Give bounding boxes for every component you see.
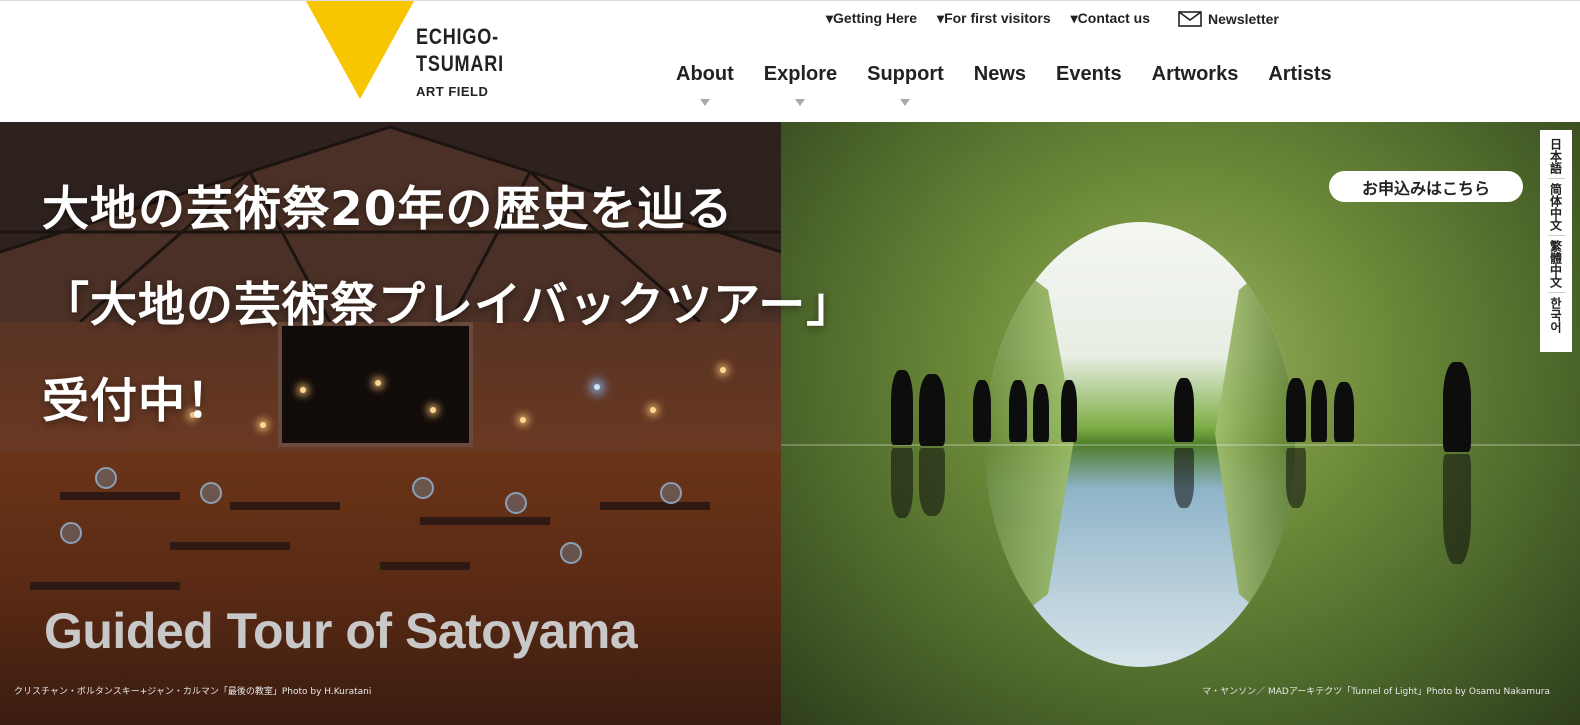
chevron-down-icon (795, 99, 806, 106)
bench-graphic (230, 502, 340, 510)
nav-artworks[interactable]: Artworks (1152, 63, 1239, 86)
utility-nav: ▾Getting Here ▾For first visitors ▾Conta… (826, 10, 1279, 27)
bench-graphic (600, 502, 710, 510)
person-silhouette (1286, 378, 1306, 442)
nav-about-label: About (676, 63, 734, 85)
first-visitors-label: ▾For first visitors (937, 10, 1051, 26)
contact-us-link[interactable]: ▾Contact us (1071, 10, 1150, 27)
cliff-graphic (985, 242, 1075, 642)
logo-line-3: ART FIELD (416, 84, 489, 99)
fan-icon (60, 522, 82, 544)
contact-us-label: ▾Contact us (1070, 10, 1151, 26)
person-silhouette (919, 374, 945, 446)
person-silhouette (1443, 362, 1471, 452)
language-switcher: 日本語 简体中文 繁體中文 한국어 (1540, 130, 1572, 352)
chevron-down-icon (699, 99, 710, 106)
person-silhouette (1009, 380, 1027, 442)
bench-graphic (60, 492, 180, 500)
fan-icon (505, 492, 527, 514)
first-visitors-link[interactable]: ▾For first visitors (937, 10, 1051, 27)
person-reflection (891, 448, 913, 518)
nav-artists-label: Artists (1268, 63, 1332, 85)
photo-caption-right: マ・ヤンソン／ MADアーキテクツ「Tunnel of Light」Photo … (1202, 687, 1550, 697)
person-silhouette (891, 370, 913, 445)
nav-events[interactable]: Events (1056, 63, 1122, 86)
nav-artists[interactable]: Artists (1268, 63, 1331, 86)
person-silhouette (973, 380, 991, 442)
chevron-down-icon (900, 99, 911, 106)
person-reflection (1286, 448, 1306, 508)
nav-support-label: Support (867, 63, 944, 85)
hero-heading-line-2: 「大地の芸術祭プレイバックツアー」 (42, 278, 855, 333)
getting-here-link[interactable]: ▾Getting Here (826, 10, 917, 27)
bench-graphic (420, 517, 550, 525)
logo-wordmark: ECHIGO- TSUMARI ART FIELD (416, 23, 523, 101)
main-nav: About Explore Support News Events Artwor… (676, 63, 1332, 106)
hero-english-title: Guided Tour of Satoyama (44, 603, 638, 659)
fan-icon (200, 482, 222, 504)
fan-icon (95, 467, 117, 489)
hero-heading: 大地の芸術祭20年の歴史を辿る 「大地の芸術祭プレイバックツアー」 受付中！ (42, 162, 854, 450)
person-reflection (1443, 454, 1471, 564)
lang-simplified-chinese[interactable]: 简体中文 (1547, 179, 1565, 236)
fan-icon (660, 482, 682, 504)
nav-artworks-label: Artworks (1151, 63, 1239, 85)
bench-graphic (30, 582, 180, 590)
bench-graphic (380, 562, 470, 570)
person-reflection (919, 448, 945, 516)
hero-heading-line-1: 大地の芸術祭20年の歴史を辿る (42, 182, 734, 237)
lang-korean[interactable]: 한국어 (1548, 293, 1565, 337)
person-silhouette (1174, 378, 1194, 442)
lang-traditional-chinese[interactable]: 繁體中文 (1547, 236, 1565, 293)
logo-line-2: TSUMARI (416, 51, 504, 76)
nav-support[interactable]: Support (867, 63, 944, 106)
lang-japanese[interactable]: 日本語 (1547, 134, 1565, 179)
nav-news[interactable]: News (974, 63, 1026, 86)
person-silhouette (1334, 382, 1354, 442)
hero-photo-tunnel-of-light (781, 122, 1580, 725)
newsletter-label: Newsletter (1208, 10, 1279, 27)
logo-triangle-icon (306, 1, 414, 99)
hero-banner[interactable]: 大地の芸術祭20年の歴史を辿る 「大地の芸術祭プレイバックツアー」 受付中！ G… (0, 122, 1580, 725)
nav-news-label: News (973, 63, 1027, 85)
nav-explore-label: Explore (763, 63, 838, 85)
logo-line-1: ECHIGO- (416, 24, 499, 49)
person-silhouette (1061, 380, 1077, 442)
bench-graphic (170, 542, 290, 550)
hero-heading-line-3: 受付中！ (42, 374, 234, 429)
fan-icon (412, 477, 434, 499)
person-silhouette (1311, 380, 1327, 442)
nav-about[interactable]: About (676, 63, 734, 106)
apply-button[interactable]: お申込みはこちら (1329, 171, 1523, 202)
mail-icon (1178, 10, 1202, 27)
nav-explore[interactable]: Explore (763, 63, 838, 106)
nav-events-label: Events (1056, 63, 1122, 85)
cliff-graphic (1215, 242, 1295, 642)
newsletter-link[interactable]: Newsletter (1178, 11, 1279, 27)
person-reflection (1174, 448, 1194, 508)
photo-caption-left: クリスチャン・ボルタンスキー+ジャン・カルマン「最後の教室」Photo by H… (14, 687, 372, 697)
fan-icon (560, 542, 582, 564)
person-silhouette (1033, 384, 1049, 442)
site-header: ECHIGO- TSUMARI ART FIELD ▾Getting Here … (0, 0, 1580, 122)
getting-here-label: ▾Getting Here (826, 10, 918, 26)
